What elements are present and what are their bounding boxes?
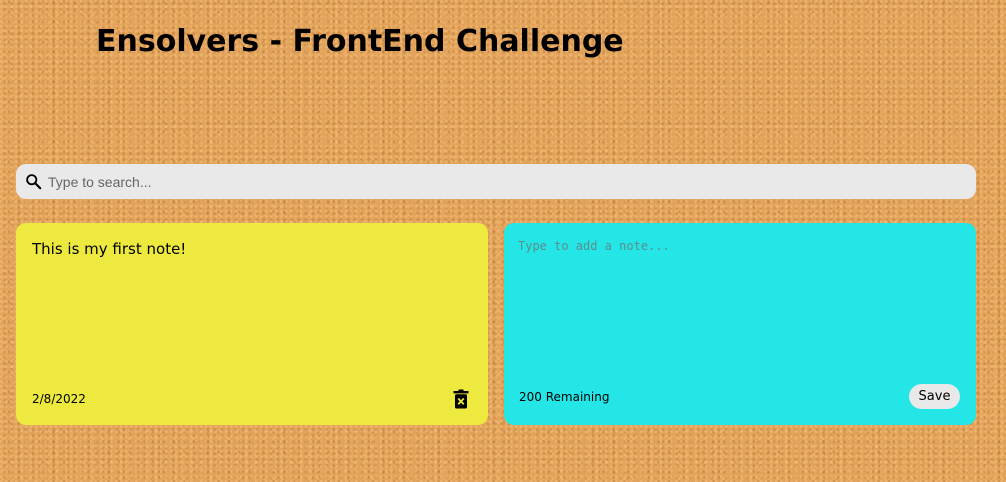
search-icon — [24, 173, 42, 191]
trash-icon[interactable] — [453, 389, 469, 409]
save-button[interactable]: Save — [909, 384, 960, 409]
new-note-card: 200 Remaining Save — [504, 223, 976, 425]
note-card: This is my first note! 2/8/2022 — [16, 223, 488, 425]
note-date: 2/8/2022 — [32, 392, 86, 406]
note-text: This is my first note! — [32, 240, 187, 258]
search-input[interactable] — [46, 163, 976, 200]
remaining-counter: 200 Remaining — [519, 390, 610, 404]
new-note-textarea[interactable] — [518, 239, 958, 369]
search-bar — [16, 163, 976, 200]
page-title: Ensolvers - FrontEnd Challenge — [96, 24, 624, 59]
